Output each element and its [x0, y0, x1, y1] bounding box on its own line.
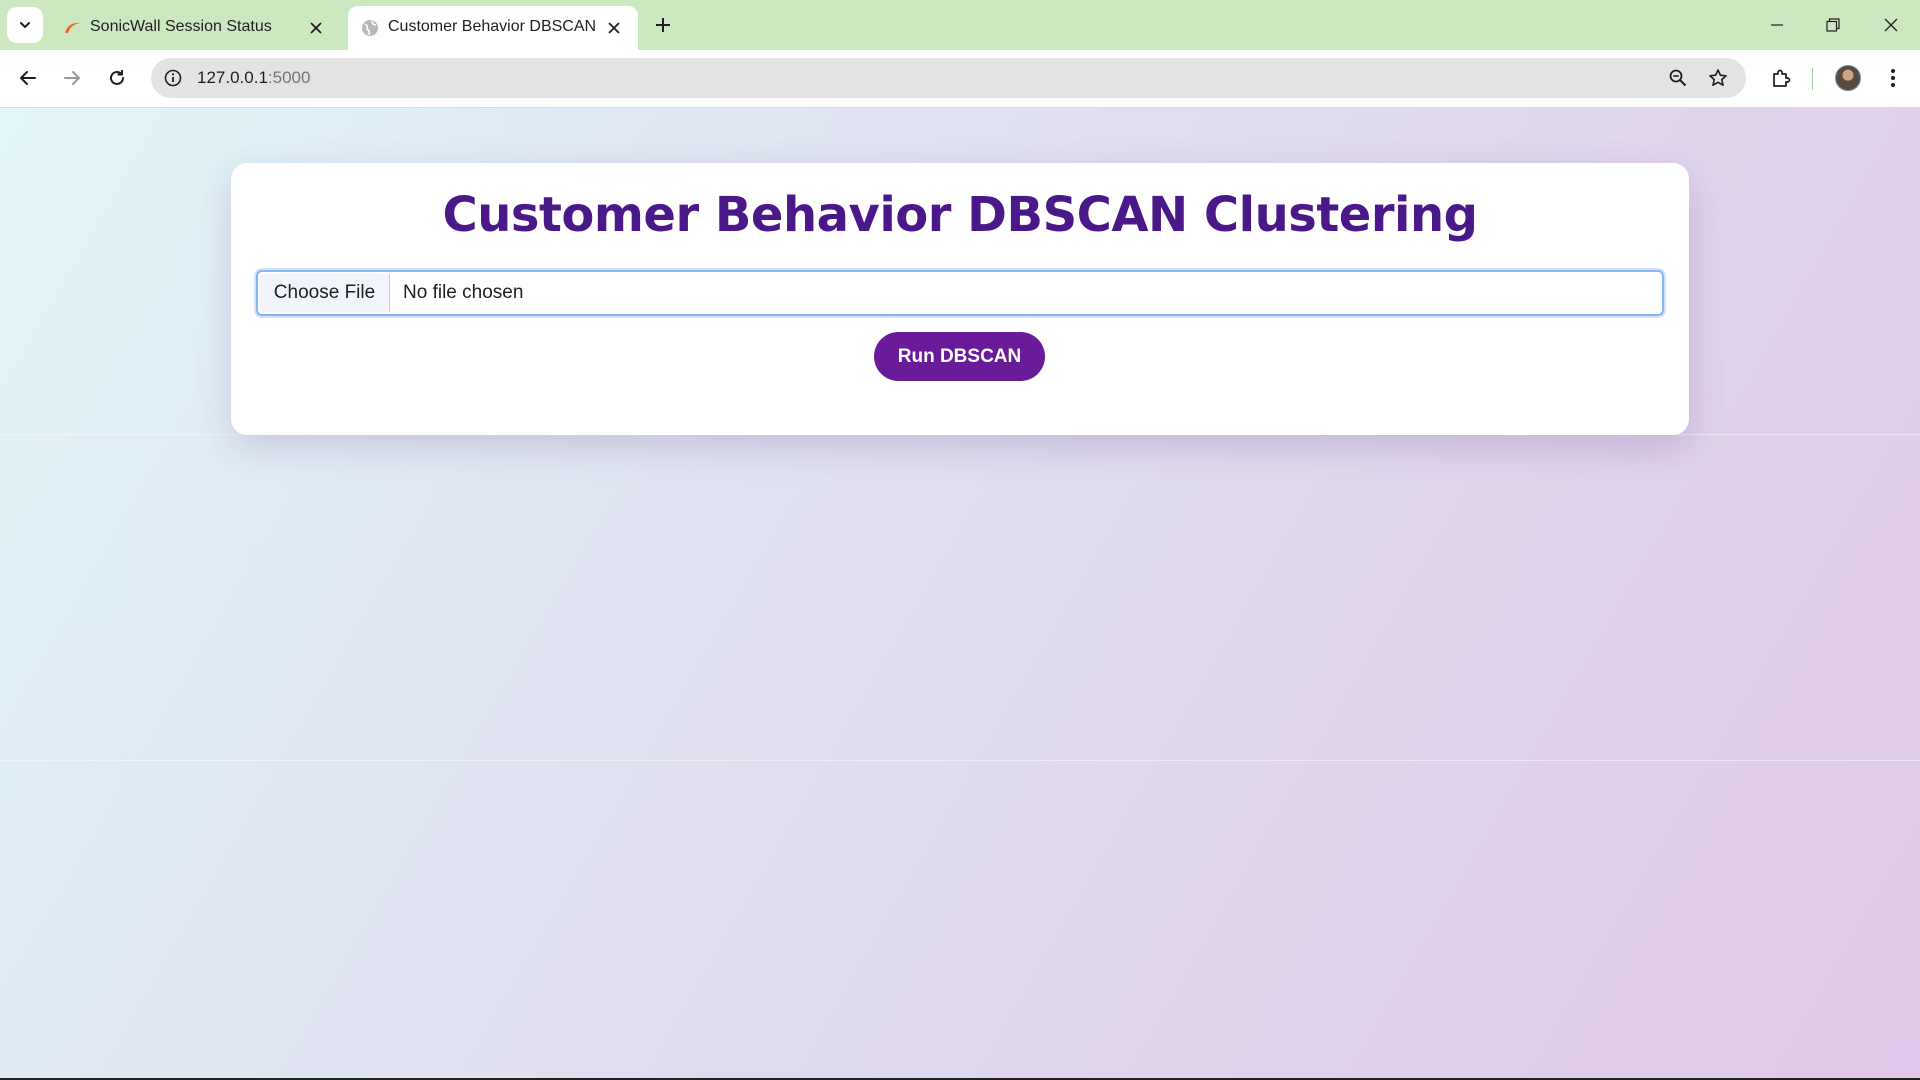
close-icon: [1884, 18, 1898, 32]
minimize-button[interactable]: [1762, 10, 1792, 40]
page-viewport: Customer Behavior DBSCAN Clustering Choo…: [0, 108, 1920, 1078]
extensions-button[interactable]: [1766, 63, 1796, 93]
background-band: [0, 760, 1920, 761]
zoom-out-icon[interactable]: [1666, 66, 1690, 90]
puzzle-icon: [1773, 69, 1791, 87]
minimize-icon: [1771, 24, 1783, 26]
tab-strip: SonicWall Session Status Customer Behavi…: [0, 0, 1920, 50]
chevron-down-icon: [20, 22, 30, 28]
toolbar-divider: [1812, 68, 1813, 90]
tab-sonicwall[interactable]: SonicWall Session Status: [50, 6, 340, 50]
file-input[interactable]: Choose File No file chosen: [256, 270, 1664, 316]
forward-arrow-icon: [64, 71, 80, 85]
url-host: 127.0.0.1: [197, 68, 268, 87]
new-tab-button[interactable]: [650, 12, 676, 38]
tab-search-button[interactable]: [7, 7, 43, 43]
tab-close-icon[interactable]: [306, 18, 326, 38]
profile-avatar[interactable]: [1835, 65, 1861, 91]
star-icon[interactable]: [1706, 66, 1730, 90]
restore-icon: [1826, 18, 1840, 32]
upload-card: Customer Behavior DBSCAN Clustering Choo…: [231, 163, 1689, 435]
tab-customer-behavior[interactable]: Customer Behavior DBSCAN: [348, 6, 638, 50]
globe-icon: [360, 18, 380, 38]
info-icon[interactable]: [161, 66, 185, 90]
url-port: :5000: [267, 68, 311, 87]
url-text[interactable]: 127.0.0.1:5000: [197, 68, 310, 88]
choose-file-button[interactable]: Choose File: [260, 274, 390, 312]
close-window-button[interactable]: [1876, 10, 1906, 40]
restore-button[interactable]: [1818, 10, 1848, 40]
reload-button[interactable]: [101, 62, 133, 94]
plus-icon: [656, 18, 670, 32]
forward-button[interactable]: [56, 62, 88, 94]
browser-toolbar: 127.0.0.1:5000: [0, 50, 1920, 108]
reload-icon: [110, 70, 124, 85]
tab-close-icon[interactable]: [604, 18, 624, 38]
tab-title: Customer Behavior DBSCAN: [388, 18, 597, 35]
back-arrow-icon: [20, 71, 36, 85]
page-title: Customer Behavior DBSCAN Clustering: [442, 187, 1478, 243]
browser-menu-button[interactable]: [1878, 63, 1908, 93]
file-status-text: No file chosen: [403, 282, 524, 303]
run-dbscan-button[interactable]: Run DBSCAN: [874, 332, 1045, 381]
address-bar[interactable]: 127.0.0.1:5000: [151, 58, 1746, 98]
back-button[interactable]: [12, 62, 44, 94]
sonicwall-favicon-icon: [62, 18, 82, 38]
tab-title: SonicWall Session Status: [90, 18, 272, 35]
kebab-menu-icon: [1891, 69, 1895, 87]
